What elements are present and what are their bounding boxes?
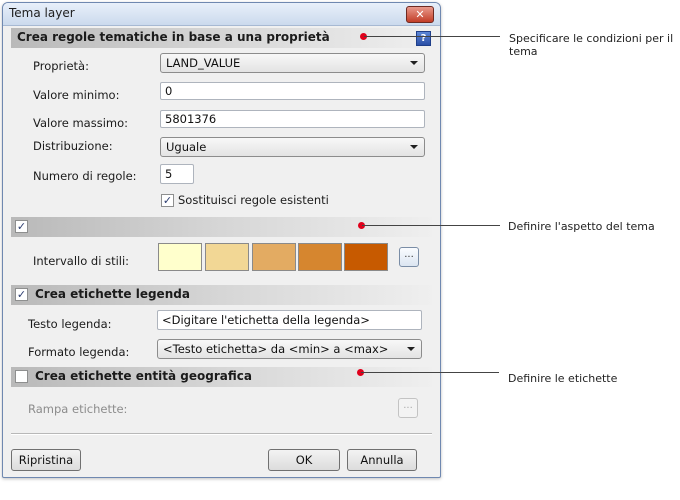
cancel-button[interactable]: Annulla (347, 449, 417, 471)
style-swatch-1[interactable] (158, 243, 202, 271)
style-browse-button[interactable]: ... (399, 247, 419, 267)
replace-rules-label: Sostituisci regole esistenti (178, 193, 329, 207)
min-value-label: Valore minimo: (33, 88, 120, 102)
callout-text-conditions: Specificare le condizioni per il tema (509, 32, 674, 58)
label-ramp-button[interactable]: ... (398, 398, 418, 418)
style-swatch-5[interactable] (344, 243, 388, 271)
min-value-input[interactable]: 0 (160, 82, 425, 100)
dialog-title: Tema layer (9, 6, 75, 20)
style-swatch-4[interactable] (298, 243, 342, 271)
callout-line-2 (362, 225, 500, 226)
property-label: Proprietà: (33, 59, 89, 73)
title-bar[interactable]: Tema layer ✕ (3, 3, 440, 26)
legend-section-checkbox[interactable]: ✓ (15, 288, 28, 301)
legend-text-label: Testo legenda: (28, 317, 112, 331)
legend-section-header: ✓ Crea etichette legenda (11, 285, 432, 305)
labels-section-header: Crea etichette entità geografica (11, 367, 432, 387)
reset-button[interactable]: Ripristina (11, 449, 81, 471)
chevron-down-icon (410, 145, 418, 149)
distribution-dropdown[interactable]: Uguale (160, 137, 425, 157)
style-range-label: Intervallo di stili: (33, 254, 130, 268)
chevron-down-icon (410, 61, 418, 65)
distribution-value: Uguale (166, 140, 207, 154)
rules-section-title: Crea regole tematiche in base a una prop… (17, 30, 330, 44)
close-icon: ✕ (415, 8, 425, 21)
close-button[interactable]: ✕ (406, 6, 434, 23)
callout-text-labels: Definire le etichette (508, 372, 618, 385)
max-value-label: Valore massimo: (33, 116, 128, 130)
max-value-input[interactable]: 5801376 (160, 110, 425, 128)
labels-section-title: Crea etichette entità geografica (35, 369, 252, 383)
legend-format-value: <Testo etichetta> da <min> a <max> (163, 342, 389, 356)
ok-button[interactable]: OK (268, 449, 340, 471)
style-section-header: ✓ (11, 217, 432, 237)
style-section-checkbox[interactable]: ✓ (15, 220, 28, 233)
style-swatch-3[interactable] (252, 243, 296, 271)
footer-separator (11, 433, 432, 435)
property-value: LAND_VALUE (166, 56, 241, 70)
callout-line-1 (364, 36, 500, 37)
rules-count-label: Numero di regole: (33, 169, 137, 183)
legend-text-input[interactable]: <Digitare l'etichetta della legenda> (157, 310, 422, 330)
distribution-label: Distribuzione: (33, 139, 113, 153)
property-dropdown[interactable]: LAND_VALUE (160, 53, 425, 73)
legend-section-title: Crea etichette legenda (35, 287, 190, 301)
callout-line-3 (361, 372, 499, 373)
help-icon[interactable]: ? (416, 31, 431, 46)
rules-section-header: Crea regole tematiche in base a una prop… (11, 28, 432, 48)
legend-format-dropdown[interactable]: <Testo etichetta> da <min> a <max> (157, 339, 422, 359)
rules-count-input[interactable]: 5 (160, 164, 194, 184)
tema-layer-dialog: Tema layer ✕ Crea regole tematiche in ba… (2, 2, 441, 478)
replace-rules-checkbox[interactable]: ✓ (161, 194, 174, 207)
callout-text-appearance: Definire l'aspetto del tema (508, 220, 655, 233)
legend-format-label: Formato legenda: (28, 345, 130, 359)
label-ramp-label: Rampa etichette: (28, 402, 128, 416)
labels-section-checkbox[interactable] (15, 370, 28, 383)
style-swatch-2[interactable] (205, 243, 249, 271)
chevron-down-icon (407, 347, 415, 351)
